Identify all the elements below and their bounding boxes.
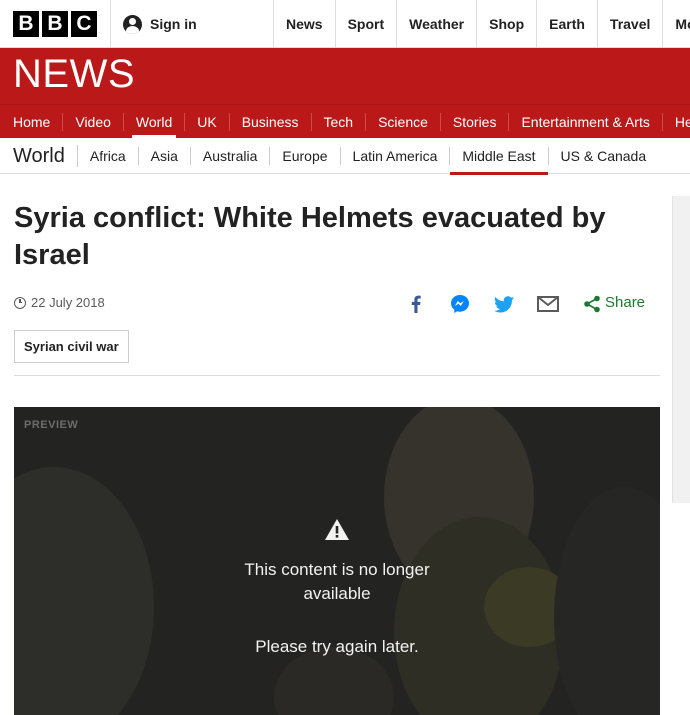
nav-home[interactable]: Home: [0, 112, 64, 131]
article-headline: Syria conflict: White Helmets evacuated …: [14, 202, 606, 271]
top-nav-sport[interactable]: Sport: [334, 0, 397, 48]
primary-nav: Home Video World UK Business Tech Scienc…: [0, 104, 690, 138]
bbc-logo[interactable]: B B C: [13, 11, 97, 37]
share-tools: Share: [400, 290, 660, 316]
messenger-icon[interactable]: [448, 292, 472, 316]
top-nav-shop[interactable]: Shop: [476, 0, 536, 48]
nav-video[interactable]: Video: [63, 112, 124, 131]
nav-science[interactable]: Science: [366, 112, 441, 131]
subnav-europe[interactable]: Europe: [270, 146, 341, 165]
clock-icon: [14, 296, 26, 309]
scrollbar[interactable]: [672, 196, 690, 503]
news-header: NEWS: [0, 48, 690, 104]
news-logo[interactable]: NEWS: [13, 52, 135, 97]
subnav-middle-east[interactable]: Middle East: [450, 146, 549, 175]
retry-message: Please try again later.: [255, 637, 419, 656]
share-icon[interactable]: [580, 292, 604, 316]
nav-uk[interactable]: UK: [185, 112, 230, 131]
nav-health[interactable]: He: [663, 113, 690, 131]
subnav-australia[interactable]: Australia: [191, 146, 271, 165]
nav-stories[interactable]: Stories: [441, 112, 510, 131]
topic-tag[interactable]: Syrian civil war: [14, 330, 129, 363]
facebook-icon[interactable]: [404, 292, 428, 316]
top-nav-travel[interactable]: Travel: [596, 0, 662, 48]
top-nav-news[interactable]: News: [273, 0, 335, 48]
top-nav-more[interactable]: More: [662, 0, 690, 48]
date-text: 22 July 2018: [31, 295, 105, 310]
email-icon[interactable]: [536, 292, 560, 316]
subnav-asia[interactable]: Asia: [139, 146, 191, 165]
unavailable-message: This content is no longer available: [244, 560, 430, 603]
subnav-africa[interactable]: Africa: [78, 146, 139, 165]
warning-icon: [325, 519, 349, 540]
video-player[interactable]: PREVIEW This content is no longer availa…: [14, 407, 660, 715]
twitter-icon[interactable]: [492, 292, 516, 316]
share-label[interactable]: Share: [605, 294, 645, 311]
article-date: 22 July 2018: [14, 295, 105, 310]
top-nav-earth[interactable]: Earth: [536, 0, 597, 48]
section-title[interactable]: World: [0, 144, 78, 167]
nav-world[interactable]: World: [124, 112, 186, 138]
nav-business[interactable]: Business: [230, 112, 312, 131]
top-nav: News Sport Weather Shop Earth Travel Mor…: [273, 0, 690, 48]
sign-in-link[interactable]: Sign in: [110, 0, 197, 48]
top-bar: B B C Sign in News Sport Weather Shop Ea…: [0, 0, 690, 48]
top-nav-weather[interactable]: Weather: [396, 0, 476, 48]
video-background: [274, 647, 394, 715]
user-icon: [123, 14, 142, 34]
preview-label: PREVIEW: [24, 419, 79, 431]
logo-letter: B: [13, 11, 39, 37]
subnav-us-canada[interactable]: US & Canada: [549, 147, 659, 165]
divider: [14, 375, 660, 376]
nav-tech[interactable]: Tech: [312, 112, 367, 131]
subnav-latin-america[interactable]: Latin America: [341, 146, 451, 165]
sign-in-label: Sign in: [150, 16, 197, 32]
secondary-nav: World Africa Asia Australia Europe Latin…: [0, 138, 690, 175]
nav-entertainment-arts[interactable]: Entertainment & Arts: [509, 112, 663, 131]
logo-letter: C: [71, 11, 97, 37]
logo-letter: B: [42, 11, 68, 37]
